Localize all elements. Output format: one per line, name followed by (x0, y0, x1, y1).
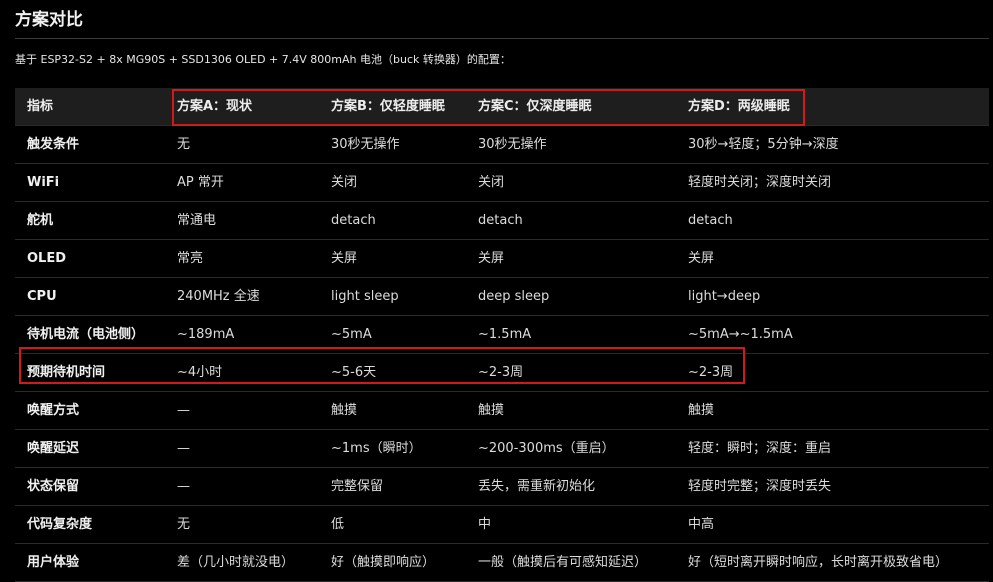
cell-plan-d: 中高 (676, 505, 989, 544)
table-row: OLED 常亮 关屏 关屏 关屏 (15, 239, 989, 278)
cell-plan-c: 丢失，需重新初始化 (466, 467, 676, 506)
cell-plan-a: ~189mA (165, 315, 319, 354)
cell-plan-b: ~5-6天 (319, 353, 466, 392)
cell-metric: 触发条件 (15, 125, 165, 164)
cell-metric: OLED (15, 239, 165, 278)
cell-plan-d: ~5mA→~1.5mA (676, 315, 989, 354)
table-body: 触发条件无 30秒无操作 30秒无操作 30秒→轻度；5分钟→深度 WiFi AP 常开关… (15, 125, 989, 582)
cell-metric: 唤醒延迟 (15, 429, 165, 468)
cell-plan-b: detach (319, 201, 466, 240)
cell-plan-a: 240MHz 全速 (165, 277, 319, 316)
table-row: 唤醒延迟 — ~1ms（瞬时） ~200-300ms（重启） 轻度：瞬时；深度：重启 (15, 429, 989, 468)
cell-plan-a: — (165, 391, 319, 430)
cell-plan-c: ~1.5mA (466, 315, 676, 354)
cell-plan-b: 好（触摸即响应） (319, 543, 466, 582)
table-row: WiFi AP 常开 关闭 关闭 轻度时关闭；深度时关闭 (15, 163, 989, 202)
cell-plan-d: 好（短时离开瞬时响应，长时离开极致省电） (676, 543, 989, 582)
cell-plan-c: ~2-3周 (466, 353, 676, 392)
cell-plan-c: ~200-300ms（重启） (466, 429, 676, 468)
header-metric: 指标 (15, 88, 165, 126)
cell-plan-a: — (165, 467, 319, 506)
cell-plan-a: AP 常开 (165, 163, 319, 202)
table-header-row: 指标 方案A：现状 方案B：仅轻度睡眠 方案C：仅深度睡眠 方案D：两级睡眠 (15, 88, 989, 126)
cell-plan-d: detach (676, 201, 989, 240)
cell-plan-d: 30秒→轻度；5分钟→深度 (676, 125, 989, 164)
cell-metric: CPU (15, 277, 165, 316)
table-row: 触发条件无 30秒无操作 30秒无操作 30秒→轻度；5分钟→深度 (15, 125, 989, 164)
table-row: 代码复杂度无低中中高 (15, 505, 989, 544)
cell-plan-a: 无 (165, 505, 319, 544)
cell-plan-b: 关闭 (319, 163, 466, 202)
comparison-table: 指标 方案A：现状 方案B：仅轻度睡眠 方案C：仅深度睡眠 方案D：两级睡眠 触… (15, 88, 989, 582)
cell-plan-b: 30秒无操作 (319, 125, 466, 164)
cell-metric: 舵机 (15, 201, 165, 240)
table-row: 预期待机时间 ~4小时 ~5-6天 ~2-3周 ~2-3周 (15, 353, 989, 392)
header-plan-b: 方案B：仅轻度睡眠 (319, 88, 466, 126)
cell-plan-c: 一般（触摸后有可感知延迟） (466, 543, 676, 582)
cell-metric: WiFi (15, 163, 165, 202)
cell-metric: 唤醒方式 (15, 391, 165, 430)
cell-plan-d: 轻度：瞬时；深度：重启 (676, 429, 989, 468)
cell-plan-c: 中 (466, 505, 676, 544)
cell-metric: 待机电流（电池侧） (15, 315, 165, 354)
cell-metric: 预期待机时间 (15, 353, 165, 392)
cell-plan-b: ~5mA (319, 315, 466, 354)
cell-plan-c: 触摸 (466, 391, 676, 430)
cell-plan-b: 触摸 (319, 391, 466, 430)
table-row: 状态保留 — 完整保留 丢失，需重新初始化 轻度时完整；深度时丢失 (15, 467, 989, 506)
cell-plan-d: 触摸 (676, 391, 989, 430)
cell-plan-b: 低 (319, 505, 466, 544)
table-row: 用户体验 差（几小时就没电） 好（触摸即响应） 一般（触摸后有可感知延迟） 好（短时离开… (15, 543, 989, 582)
cell-plan-d: ~2-3周 (676, 353, 989, 392)
cell-plan-c: detach (466, 201, 676, 240)
table-row: 舵机 常通电 detach detach detach (15, 201, 989, 240)
table-row: CPU 240MHz 全速 light sleep deep sleep light→d… (15, 277, 989, 316)
cell-plan-a: — (165, 429, 319, 468)
cell-plan-a: ~4小时 (165, 353, 319, 392)
cell-plan-a: 常亮 (165, 239, 319, 278)
cell-metric: 状态保留 (15, 467, 165, 506)
cell-plan-d: 关屏 (676, 239, 989, 278)
cell-metric: 代码复杂度 (15, 505, 165, 544)
header-plan-c: 方案C：仅深度睡眠 (466, 88, 676, 126)
cell-metric: 用户体验 (15, 543, 165, 582)
intro-text: 基于 ESP32-S2 + 8x MG90S + SSD1306 OLED + … (15, 53, 511, 66)
cell-plan-d: 轻度时完整；深度时丢失 (676, 467, 989, 506)
cell-plan-b: 完整保留 (319, 467, 466, 506)
table-header: 指标 方案A：现状 方案B：仅轻度睡眠 方案C：仅深度睡眠 方案D：两级睡眠 (15, 88, 989, 126)
cell-plan-a: 无 (165, 125, 319, 164)
cell-plan-b: ~1ms（瞬时） (319, 429, 466, 468)
title-divider (15, 38, 989, 39)
table-row: 待机电流（电池侧） ~189mA ~5mA ~1.5mA ~5mA→~1.5mA (15, 315, 989, 354)
header-plan-a: 方案A：现状 (165, 88, 319, 126)
cell-plan-b: light sleep (319, 277, 466, 316)
comparison-table-container: 指标 方案A：现状 方案B：仅轻度睡眠 方案C：仅深度睡眠 方案D：两级睡眠 触… (15, 88, 989, 582)
page-title: 方案对比 (15, 10, 83, 30)
cell-plan-a: 常通电 (165, 201, 319, 240)
cell-plan-c: 关屏 (466, 239, 676, 278)
cell-plan-c: 关闭 (466, 163, 676, 202)
cell-plan-c: deep sleep (466, 277, 676, 316)
header-plan-d: 方案D：两级睡眠 (676, 88, 989, 126)
cell-plan-c: 30秒无操作 (466, 125, 676, 164)
cell-plan-d: 轻度时关闭；深度时关闭 (676, 163, 989, 202)
cell-plan-d: light→deep (676, 277, 989, 316)
cell-plan-a: 差（几小时就没电） (165, 543, 319, 582)
table-row: 唤醒方式 — 触摸 触摸 触摸 (15, 391, 989, 430)
cell-plan-b: 关屏 (319, 239, 466, 278)
